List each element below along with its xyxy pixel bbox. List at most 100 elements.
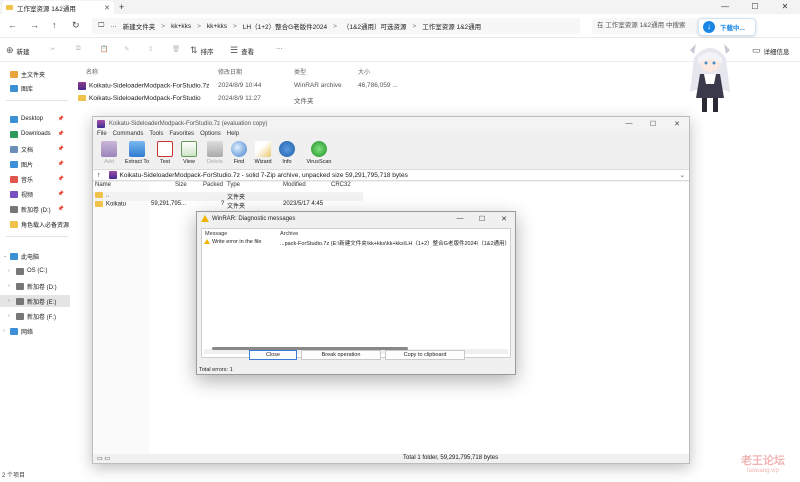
search-input[interactable]: 在 工作室资源 1&2通用 中搜索 (592, 18, 700, 34)
view-button[interactable]: View (175, 141, 203, 165)
break-operation-button[interactable]: Break operation (301, 350, 381, 360)
column-header-archive[interactable]: Archive (280, 231, 298, 237)
column-header-size[interactable]: 大小 (358, 67, 370, 76)
menu-tools[interactable]: Tools (149, 131, 163, 140)
column-header-message[interactable]: Message (205, 231, 227, 237)
maximize-button[interactable]: ☐ (641, 120, 665, 128)
breadcrumb-item[interactable]: LH（1+2）整合G老版件2024 (243, 21, 327, 31)
diagnostic-row[interactable]: Write error in the file ...pack-ForStudi… (204, 239, 510, 247)
maximize-button[interactable]: ☐ (740, 0, 770, 14)
breadcrumb-item[interactable]: 新建文件夹 (123, 21, 156, 31)
sidebar-item-drive-f[interactable]: › 新加卷 (F:) (0, 310, 70, 322)
sidebar-item-label: Downloads (21, 131, 51, 137)
details-button[interactable]: ▭ 详细信息 (752, 45, 790, 56)
column-header-name[interactable]: Name (95, 182, 111, 188)
add-button[interactable]: Add (95, 141, 123, 165)
chevron-right-icon[interactable]: › (8, 268, 10, 274)
copy-to-clipboard-button[interactable]: Copy to clipboard (385, 350, 465, 360)
sidebar-item-music[interactable]: 音乐 📌 (0, 173, 70, 185)
sidebar-item-drive-e[interactable]: › 新加卷 (E:) (0, 295, 70, 307)
chevron-right-icon[interactable]: › (3, 328, 5, 334)
view-button[interactable]: ☰ 查看 (230, 45, 254, 56)
sidebar-item-pictures[interactable]: 图片 📌 (0, 158, 70, 170)
breadcrumb-item[interactable]: （1&2通用）可选资源 (343, 21, 407, 31)
explorer-tab[interactable]: 工作室资源 1&2通用 ✕ (2, 1, 114, 14)
sidebar-item-desktop[interactable]: Desktop 📌 (0, 113, 70, 125)
extract-to-button[interactable]: Extract To (121, 141, 153, 165)
close-dialog-button[interactable]: Close (249, 350, 297, 360)
sidebar-item-drive-d2[interactable]: › 新加卷 (D:) (0, 280, 70, 292)
sort-button[interactable]: ⇅ 排序 (190, 45, 214, 56)
file-row[interactable]: Koikatu-SideloaderModpack-ForStudio.7z 2… (78, 80, 408, 92)
tab-close-icon[interactable]: ✕ (104, 4, 110, 12)
sidebar-item-network[interactable]: › 网络 (0, 325, 70, 337)
new-button[interactable]: ⊕ 新建 (6, 45, 30, 56)
chevron-down-icon[interactable]: ⌄ (3, 253, 7, 259)
file-row[interactable]: Koikatu-SideloaderModpack-ForStudio 2024… (78, 93, 408, 105)
up-button[interactable]: ↑ (52, 20, 57, 30)
column-header-size[interactable]: Size (175, 182, 187, 188)
breadcrumb-item[interactable]: kk+kks (207, 23, 227, 30)
maximize-button[interactable]: ☐ (471, 215, 493, 223)
delete-icon[interactable]: 🗑 (172, 45, 180, 53)
menu-help[interactable]: Help (227, 131, 239, 140)
close-button[interactable]: ✕ (665, 120, 689, 128)
more-options-button[interactable]: ··· (276, 45, 283, 52)
cut-icon[interactable]: ✂ (50, 45, 55, 53)
menu-file[interactable]: File (97, 131, 107, 140)
more-crumbs-icon[interactable]: ··· (110, 23, 117, 30)
winrar-titlebar[interactable]: Koikatu-SideloaderModpack-ForStudio.7z (… (93, 117, 689, 131)
sidebar-item-this-pc[interactable]: ⌄ 此电脑 (0, 250, 70, 262)
paste-icon[interactable]: 📋 (100, 45, 108, 53)
copy-icon[interactable]: ⧉ (76, 45, 81, 53)
pin-icon: 📌 (57, 146, 64, 152)
chevron-right-icon: > (161, 22, 166, 30)
column-header-modified[interactable]: Modified (283, 182, 306, 188)
close-button[interactable]: ✕ (770, 0, 800, 14)
column-header-modified[interactable]: 修改日期 (218, 67, 242, 76)
info-button[interactable]: Info (273, 141, 301, 165)
sidebar-item-drive-c[interactable]: › OS (C:) (0, 265, 70, 277)
breadcrumb[interactable]: 🖵 ··· 新建文件夹 > kk+kks > kk+kks > LH（1+2）整… (92, 18, 580, 34)
sidebar-item-gallery[interactable]: 图库 (0, 82, 70, 94)
share-icon[interactable]: ⇪ (148, 45, 153, 53)
table-row[interactable]: Koikatu 59,291,795... ? 文件夹 2023/5/17 4:… (93, 201, 363, 210)
column-header-name[interactable]: 名称 (86, 67, 98, 76)
download-indicator[interactable]: ↓ 下载中... (698, 18, 756, 36)
column-header-type[interactable]: Type (227, 182, 240, 188)
up-arrow-icon[interactable]: ↑ (97, 172, 101, 179)
sidebar-item-drive-d[interactable]: 新加卷 (D:) 📌 (0, 203, 70, 215)
menu-options[interactable]: Options (200, 131, 221, 140)
table-row[interactable]: .. 文件夹 (93, 192, 363, 201)
sidebar-item-downloads[interactable]: Downloads 📌 (0, 128, 70, 140)
minimize-button[interactable]: — (449, 215, 471, 223)
close-button[interactable]: ✕ (493, 215, 515, 223)
view-icon: ☰ (230, 45, 239, 55)
sidebar-item-videos[interactable]: 视频 📌 (0, 188, 70, 200)
back-button[interactable]: ← (8, 20, 17, 30)
virusscan-button[interactable]: VirusScan (303, 141, 335, 165)
rename-icon[interactable]: ✎ (124, 45, 129, 53)
dialog-titlebar[interactable]: WinRAR: Diagnostic messages — ☐ ✕ (197, 212, 515, 225)
breadcrumb-item[interactable]: 工作室资源 1&2通用 (422, 21, 481, 31)
chevron-right-icon[interactable]: › (8, 283, 10, 289)
minimize-button[interactable]: — (710, 0, 740, 14)
sidebar-item-home[interactable]: 主文件夹 (0, 68, 70, 80)
breadcrumb-item[interactable]: kk+kks (171, 23, 191, 30)
menu-commands[interactable]: Commands (113, 131, 144, 140)
column-header-packed[interactable]: Packed (203, 182, 223, 188)
column-header-crc32[interactable]: CRC32 (331, 182, 351, 188)
minimize-button[interactable]: — (617, 120, 641, 128)
new-tab-button[interactable]: + (119, 2, 124, 12)
column-header-type[interactable]: 类型 (294, 67, 306, 76)
menu-favorites[interactable]: Favorites (169, 131, 194, 140)
chevron-right-icon[interactable]: › (8, 313, 10, 319)
chevron-down-icon[interactable]: ⌄ (680, 171, 685, 179)
chevron-right-icon[interactable]: › (8, 298, 10, 304)
sidebar-item-label: Desktop (21, 116, 44, 122)
forward-button[interactable]: → (30, 20, 39, 30)
refresh-button[interactable]: ↻ (72, 20, 80, 31)
sidebar-item-documents[interactable]: 文档 📌 (0, 143, 70, 155)
winrar-path-bar[interactable]: ↑ Koikatu-SideloaderModpack-ForStudio.7z… (93, 169, 689, 181)
sidebar-item-character-resources[interactable]: 角色载入必备资源 (0, 218, 70, 230)
